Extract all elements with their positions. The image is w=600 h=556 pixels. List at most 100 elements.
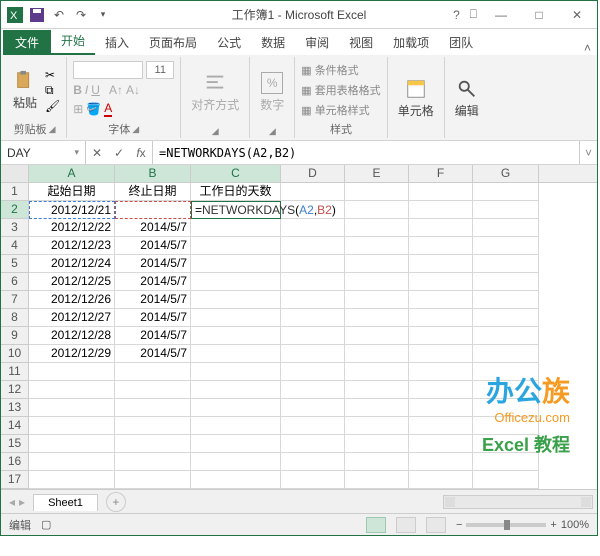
sheet-tab[interactable]: Sheet1 xyxy=(33,494,98,511)
cell-F10[interactable] xyxy=(409,345,473,363)
cell-D9[interactable] xyxy=(281,327,345,345)
redo-icon[interactable]: ↷ xyxy=(73,7,89,23)
row-header[interactable]: 10 xyxy=(1,345,29,363)
italic-button[interactable]: I xyxy=(85,83,88,97)
row-header[interactable]: 8 xyxy=(1,309,29,327)
conditional-format-button[interactable]: ▦条件格式 xyxy=(301,62,380,78)
cell-D3[interactable] xyxy=(281,219,345,237)
tab-view[interactable]: 视图 xyxy=(339,30,383,55)
cell-F9[interactable] xyxy=(409,327,473,345)
cell-G10[interactable] xyxy=(473,345,539,363)
cell-A8[interactable]: 2012/12/27 xyxy=(29,309,115,327)
cell-B1[interactable]: 终止日期 xyxy=(115,183,191,201)
view-page-layout-button[interactable] xyxy=(396,517,416,533)
cell-G1[interactable] xyxy=(473,183,539,201)
cell-B14[interactable] xyxy=(115,417,191,435)
cell-A17[interactable] xyxy=(29,471,115,489)
cell-A11[interactable] xyxy=(29,363,115,381)
cell-D16[interactable] xyxy=(281,453,345,471)
cell-F11[interactable] xyxy=(409,363,473,381)
cell-D14[interactable] xyxy=(281,417,345,435)
bold-button[interactable]: B xyxy=(73,83,82,97)
cell-D7[interactable] xyxy=(281,291,345,309)
cell-B15[interactable] xyxy=(115,435,191,453)
cell-G2[interactable] xyxy=(473,201,539,219)
cell-F15[interactable] xyxy=(409,435,473,453)
col-header-E[interactable]: E xyxy=(345,165,409,182)
qat-dropdown-icon[interactable]: ▾ xyxy=(95,7,111,23)
cell-F16[interactable] xyxy=(409,453,473,471)
cell-E16[interactable] xyxy=(345,453,409,471)
cell-C15[interactable] xyxy=(191,435,281,453)
row-header[interactable]: 2 xyxy=(1,201,29,219)
ribbon-options-icon[interactable]: ⎕ xyxy=(470,7,477,22)
tab-team[interactable]: 团队 xyxy=(439,30,483,55)
cell-G7[interactable] xyxy=(473,291,539,309)
underline-button[interactable]: U xyxy=(91,83,100,97)
collapse-ribbon-icon[interactable]: ˄ xyxy=(584,41,591,55)
cell-D11[interactable] xyxy=(281,363,345,381)
cut-icon[interactable]: ✂ xyxy=(45,68,55,82)
close-button[interactable]: ✕ xyxy=(563,5,591,25)
align-dialog-icon[interactable]: ◢ xyxy=(212,126,219,137)
cell-C9[interactable] xyxy=(191,327,281,345)
font-size[interactable]: 11 xyxy=(146,61,174,79)
fill-color-button[interactable]: 🪣 xyxy=(86,102,101,116)
col-header-D[interactable]: D xyxy=(281,165,345,182)
tab-data[interactable]: 数据 xyxy=(251,30,295,55)
cell-B17[interactable] xyxy=(115,471,191,489)
cell-C11[interactable] xyxy=(191,363,281,381)
cell-C6[interactable] xyxy=(191,273,281,291)
cell-G11[interactable] xyxy=(473,363,539,381)
cell-D8[interactable] xyxy=(281,309,345,327)
cell-F12[interactable] xyxy=(409,381,473,399)
col-header-G[interactable]: G xyxy=(473,165,539,182)
decrease-font-icon[interactable]: A↓ xyxy=(126,83,140,97)
increase-font-icon[interactable]: A↑ xyxy=(109,83,123,97)
expand-formula-bar-icon[interactable]: ˅ xyxy=(579,141,597,164)
cell-E10[interactable] xyxy=(345,345,409,363)
cell-B8[interactable]: 2014/5/7 xyxy=(115,309,191,327)
col-header-A[interactable]: A xyxy=(29,165,115,182)
cell-G6[interactable] xyxy=(473,273,539,291)
cell-D6[interactable] xyxy=(281,273,345,291)
tab-formulas[interactable]: 公式 xyxy=(207,30,251,55)
cell-G5[interactable] xyxy=(473,255,539,273)
row-header[interactable]: 1 xyxy=(1,183,29,201)
tab-addins[interactable]: 加载项 xyxy=(383,30,439,55)
cell-A15[interactable] xyxy=(29,435,115,453)
cell-G8[interactable] xyxy=(473,309,539,327)
cell-B3[interactable]: 2014/5/7 xyxy=(115,219,191,237)
cell-E5[interactable] xyxy=(345,255,409,273)
cell-E3[interactable] xyxy=(345,219,409,237)
cell-A4[interactable]: 2012/12/23 xyxy=(29,237,115,255)
save-icon[interactable] xyxy=(29,7,45,23)
border-button[interactable]: ⊞ xyxy=(73,102,83,116)
cell-G13[interactable] xyxy=(473,399,539,417)
cell-C4[interactable] xyxy=(191,237,281,255)
name-box[interactable]: DAY▾ xyxy=(1,141,86,164)
row-header[interactable]: 13 xyxy=(1,399,29,417)
cell-E2[interactable] xyxy=(345,201,409,219)
sheet-nav-next-icon[interactable]: ▸ xyxy=(19,495,25,509)
cell-A13[interactable] xyxy=(29,399,115,417)
cell-A2[interactable]: 2012/12/21 xyxy=(29,201,115,219)
cells-button[interactable]: 单元格 xyxy=(394,76,438,121)
cancel-formula-button[interactable]: ✕ xyxy=(86,146,108,160)
cell-A1[interactable]: 起始日期 xyxy=(29,183,115,201)
cell-C10[interactable] xyxy=(191,345,281,363)
sheet-nav-prev-icon[interactable]: ◂ xyxy=(9,495,15,509)
cell-C2[interactable]: =NETWORKDAYS(A2,B2) xyxy=(191,201,281,219)
editing-button[interactable]: 编辑 xyxy=(451,76,483,121)
row-header[interactable]: 5 xyxy=(1,255,29,273)
cell-G12[interactable] xyxy=(473,381,539,399)
tab-home[interactable]: 开始 xyxy=(51,28,95,55)
maximize-button[interactable]: □ xyxy=(525,5,553,25)
cell-C8[interactable] xyxy=(191,309,281,327)
cell-E13[interactable] xyxy=(345,399,409,417)
help-icon[interactable]: ? xyxy=(453,8,460,22)
row-header[interactable]: 11 xyxy=(1,363,29,381)
cell-A3[interactable]: 2012/12/22 xyxy=(29,219,115,237)
horizontal-scrollbar[interactable] xyxy=(443,495,593,509)
cell-B9[interactable]: 2014/5/7 xyxy=(115,327,191,345)
